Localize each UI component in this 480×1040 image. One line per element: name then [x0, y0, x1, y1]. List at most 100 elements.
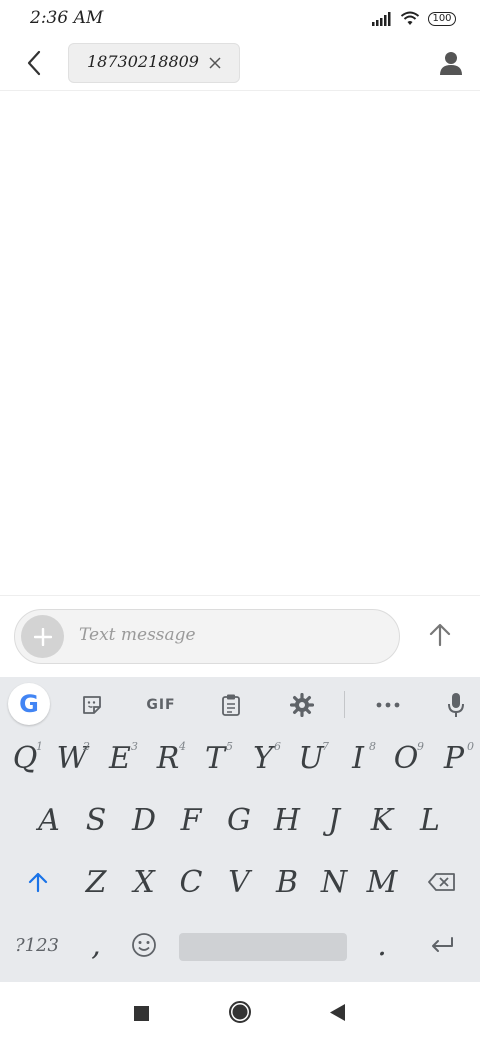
key-o[interactable]: O9 — [384, 730, 428, 786]
add-attachment-button[interactable] — [21, 615, 64, 658]
settings-button[interactable] — [279, 677, 325, 732]
square-icon — [133, 1005, 149, 1021]
circle-icon — [229, 1001, 251, 1023]
emoji-key[interactable] — [122, 917, 166, 973]
key-d-label: D — [131, 802, 157, 838]
key-z[interactable]: Z — [74, 854, 118, 910]
key-u[interactable]: U7 — [289, 730, 333, 786]
key-x[interactable]: X — [122, 854, 166, 910]
key-f-label: F — [180, 802, 202, 838]
key-r-label: R — [156, 740, 180, 776]
conversation-area — [0, 91, 480, 595]
key-i-label: I — [352, 740, 364, 776]
gear-icon — [290, 692, 314, 717]
close-icon — [209, 57, 221, 69]
key-l[interactable]: L — [408, 792, 452, 848]
key-v-label: V — [228, 864, 250, 900]
key-e[interactable]: E3 — [98, 730, 142, 786]
key-a-label: A — [38, 802, 60, 838]
toolbar-divider — [344, 691, 345, 718]
more-horizontal-icon — [376, 702, 400, 707]
remove-recipient-button[interactable] — [205, 53, 225, 73]
gif-button[interactable]: GIF — [138, 677, 184, 732]
chevron-left-icon — [27, 50, 41, 76]
key-a[interactable]: A — [27, 792, 71, 848]
key-m[interactable]: M — [360, 854, 404, 910]
key-u-label: U — [298, 740, 324, 776]
back-button[interactable] — [20, 48, 48, 78]
key-f[interactable]: F — [169, 792, 213, 848]
signal-icon — [372, 11, 391, 26]
nav-back-button[interactable] — [325, 999, 351, 1025]
key-h-label: H — [273, 802, 301, 838]
home-button[interactable] — [226, 998, 254, 1026]
key-p-hint: 0 — [467, 740, 474, 753]
shift-key[interactable] — [14, 854, 62, 910]
key-k[interactable]: K — [360, 792, 404, 848]
key-b[interactable]: B — [265, 854, 309, 910]
backspace-icon — [428, 873, 455, 891]
key-r-hint: 4 — [179, 740, 186, 753]
key-h[interactable]: H — [265, 792, 309, 848]
voice-input-button[interactable] — [434, 677, 478, 732]
clipboard-icon — [222, 694, 240, 716]
composer-divider — [0, 595, 480, 596]
key-g-label: G — [227, 802, 251, 838]
key-y[interactable]: Y6 — [241, 730, 285, 786]
contact-button[interactable] — [438, 50, 464, 76]
key-t[interactable]: T5 — [193, 730, 237, 786]
key-y-hint: 6 — [274, 740, 281, 753]
enter-key[interactable] — [418, 917, 466, 973]
key-c[interactable]: C — [169, 854, 213, 910]
symbols-key-label: ?123 — [14, 934, 59, 956]
recipient-chip[interactable]: 18730218809 — [68, 43, 240, 83]
key-m-label: M — [366, 864, 398, 900]
recents-button[interactable] — [128, 1000, 154, 1026]
key-w[interactable]: W2 — [50, 730, 94, 786]
symbols-key[interactable]: ?123 — [6, 917, 68, 973]
clipboard-button[interactable] — [208, 677, 254, 732]
key-s[interactable]: S — [74, 792, 118, 848]
wifi-icon — [400, 11, 420, 25]
sticker-icon — [83, 695, 101, 714]
key-b-label: B — [275, 864, 299, 900]
sticker-button[interactable] — [70, 677, 114, 732]
backspace-key[interactable] — [418, 854, 466, 910]
key-x-label: X — [133, 864, 155, 900]
key-w-hint: 2 — [83, 740, 90, 753]
key-l-label: L — [420, 802, 440, 838]
key-r[interactable]: R4 — [146, 730, 190, 786]
status-bar: 2:36 AM 100 — [0, 0, 480, 40]
key-t-label: T — [204, 740, 225, 776]
key-v[interactable]: V — [217, 854, 261, 910]
send-button[interactable] — [424, 618, 456, 652]
message-input[interactable]: Text message — [14, 609, 400, 664]
key-p[interactable]: P0 — [432, 730, 476, 786]
triangle-back-icon — [330, 1003, 345, 1021]
key-c-label: C — [179, 864, 203, 900]
key-z-label: Z — [85, 864, 107, 900]
key-p-label: P — [443, 740, 465, 776]
key-g[interactable]: G — [217, 792, 261, 848]
period-key[interactable]: . — [360, 917, 404, 973]
key-q-hint: 1 — [36, 740, 43, 753]
key-i[interactable]: I8 — [336, 730, 380, 786]
recipient-number: 18730218809 — [87, 52, 199, 71]
shift-arrow-icon — [28, 872, 48, 893]
key-e-label: E — [109, 740, 131, 776]
key-y-label: Y — [253, 740, 273, 776]
message-placeholder: Text message — [79, 625, 196, 645]
comma-key[interactable]: , — [74, 917, 118, 973]
comma-key-label: , — [91, 927, 101, 963]
status-time: 2:36 AM — [30, 8, 104, 28]
key-q[interactable]: Q1 — [3, 730, 47, 786]
plus-icon — [33, 627, 52, 646]
key-k-label: K — [370, 802, 394, 838]
space-bar[interactable] — [179, 933, 347, 961]
key-d[interactable]: D — [122, 792, 166, 848]
key-n[interactable]: N — [312, 854, 356, 910]
more-options-button[interactable] — [365, 677, 411, 732]
key-j[interactable]: J — [312, 792, 356, 848]
key-o-hint: 9 — [417, 740, 424, 753]
person-icon — [440, 52, 462, 75]
